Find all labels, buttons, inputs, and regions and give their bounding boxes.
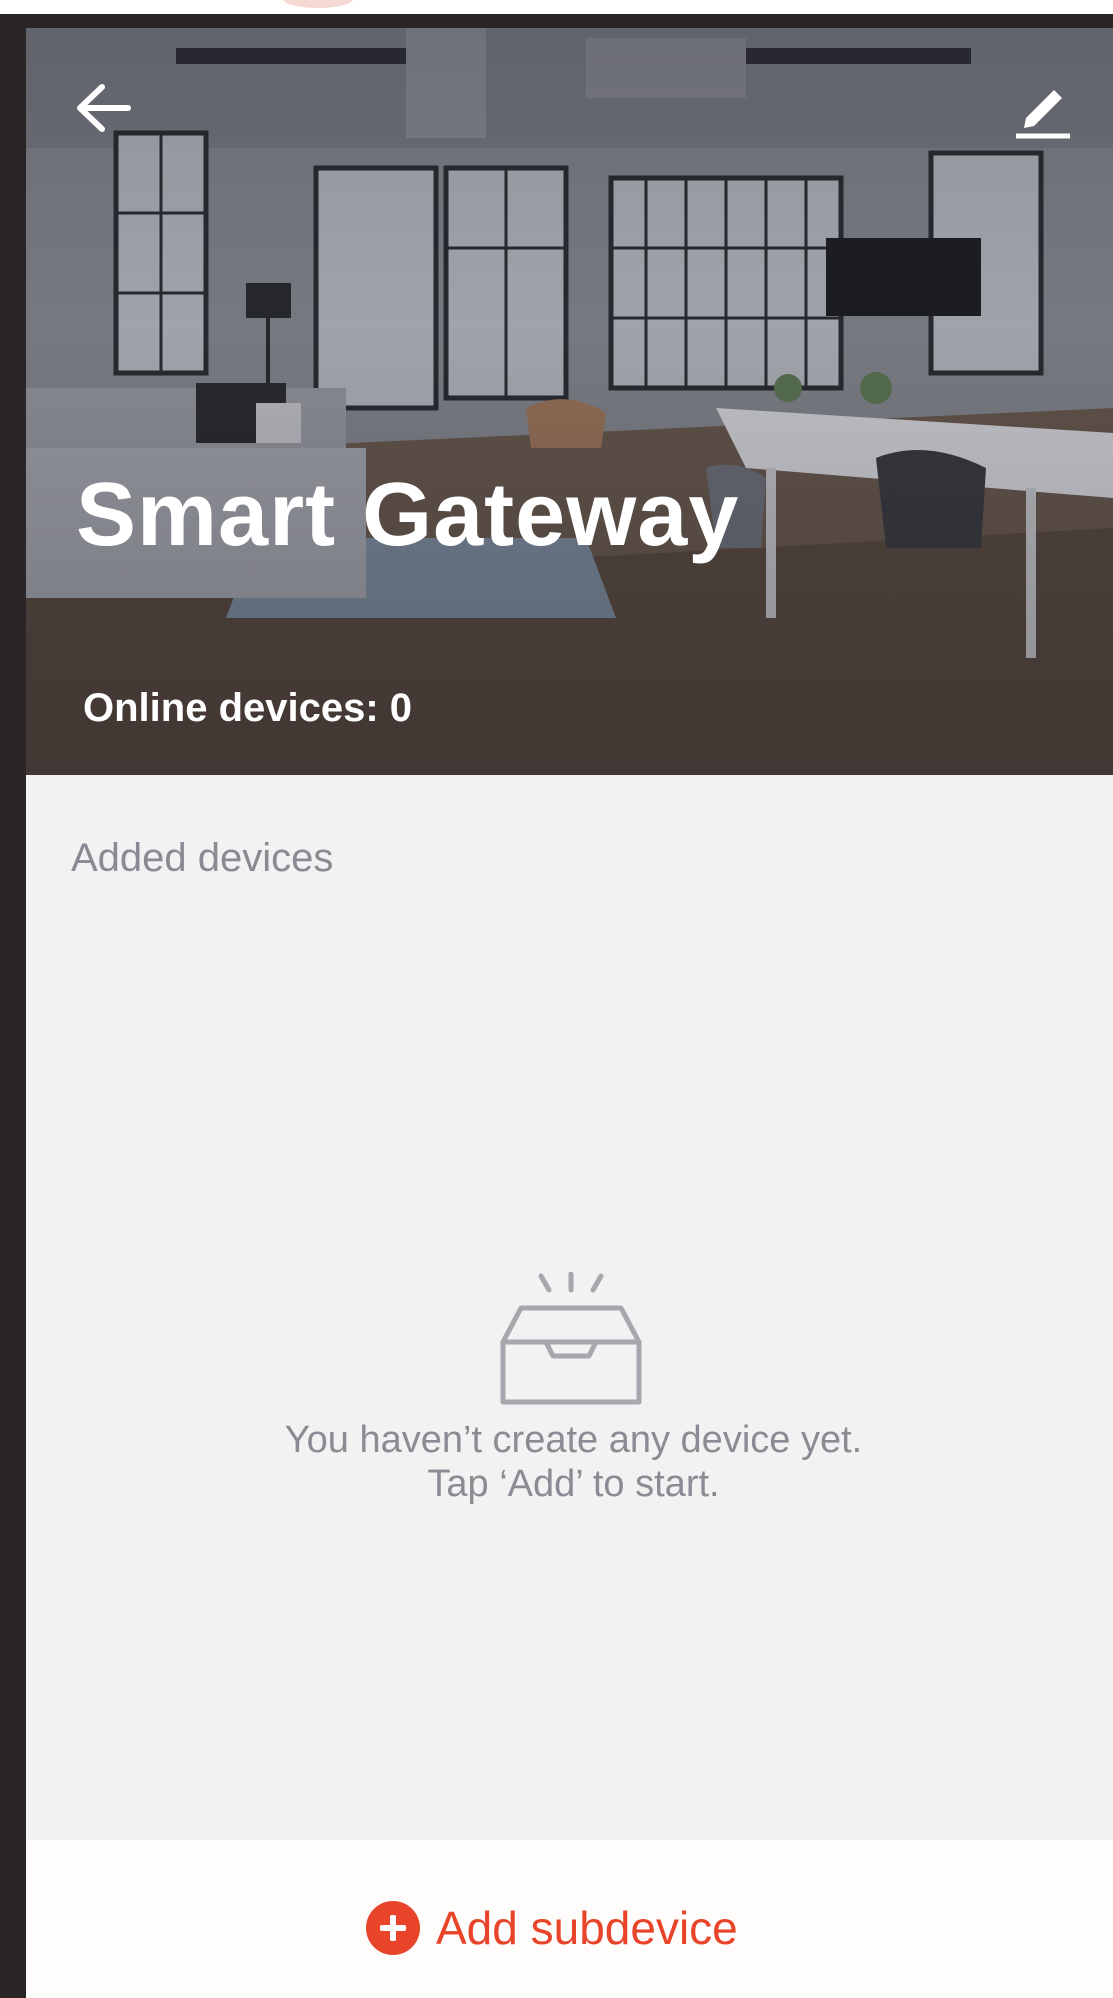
add-subdevice-button[interactable]: Add subdevice [366,1898,738,1958]
section-title: Added devices [71,836,334,880]
empty-state-line-1: You haven’t create any device yet. [284,1419,863,1461]
pencil-icon [1016,90,1070,139]
empty-state-message: You haven’t create any device yet. Tap ‘… [26,1418,1113,1506]
plus-circle-icon [366,1901,420,1955]
arrow-left-icon [77,84,131,132]
status-indicator [283,0,353,8]
online-devices-count: Online devices: 0 [83,686,413,730]
add-subdevice-label: Add subdevice [436,1902,738,1954]
empty-state-line-2: Tap ‘Add’ to start. [427,1463,720,1505]
page-title: Smart Gateway [76,465,740,565]
edit-button[interactable] [1010,76,1076,142]
header-banner: Smart Gateway Online devices: 0 [26,28,1113,775]
app-screen: Smart Gateway Online devices: 0 Added de… [26,28,1113,1998]
back-button[interactable] [68,73,138,143]
banner-overlay [26,28,1113,775]
device-frame-top [0,14,1113,28]
status-strip [0,0,1113,14]
empty-inbox-icon [500,1272,642,1405]
device-frame-left [0,14,26,1998]
